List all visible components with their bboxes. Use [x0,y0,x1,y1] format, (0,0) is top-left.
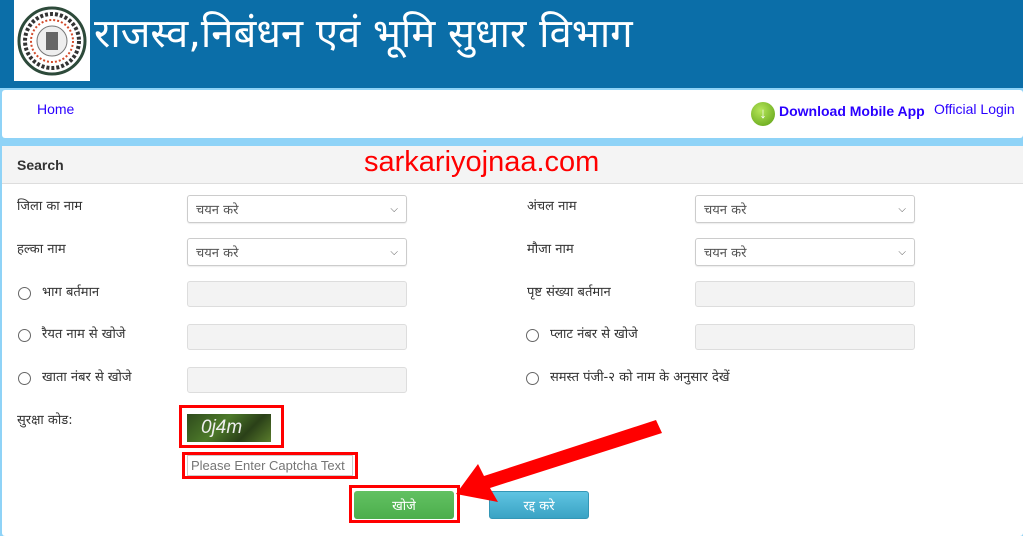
red-arrow-annotation [456,420,662,502]
